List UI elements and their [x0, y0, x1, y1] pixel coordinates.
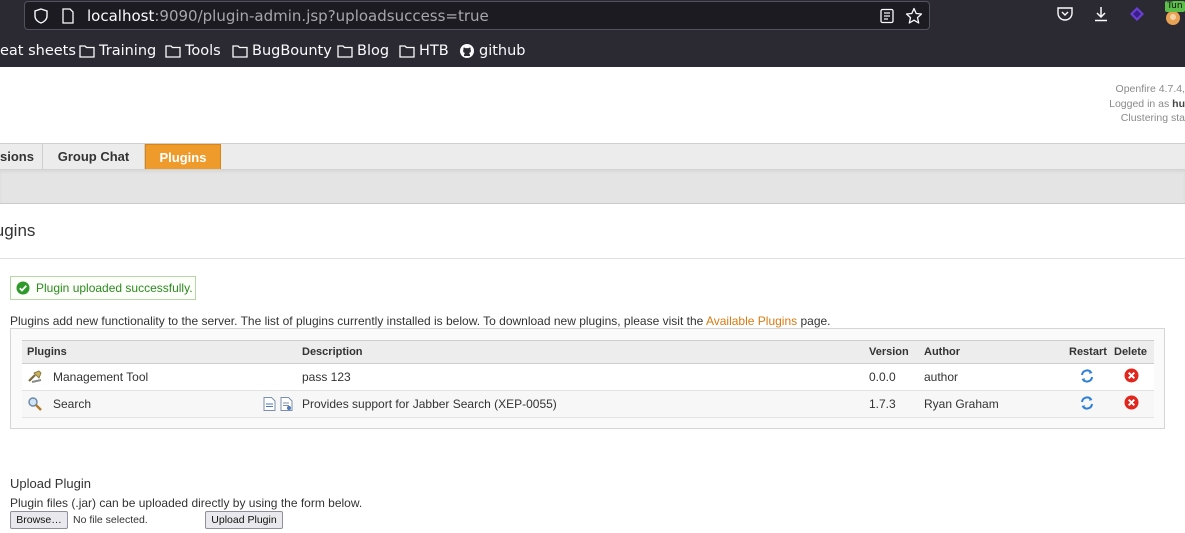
folder-icon — [232, 45, 248, 58]
tools-icon — [28, 370, 42, 383]
bookmark-label: eat sheets — [0, 43, 76, 59]
github-icon — [460, 44, 474, 58]
success-check-icon — [16, 281, 30, 295]
shield-icon[interactable] — [33, 8, 49, 24]
column-header-plugins: Plugins — [22, 340, 297, 364]
restart-icon[interactable] — [1079, 395, 1095, 411]
sub-navigation-bar — [0, 169, 1185, 204]
bookmark-label: Tools — [185, 43, 221, 59]
logged-in-text: Logged in as hu — [1109, 97, 1185, 112]
title-area: lugins — [0, 204, 1185, 259]
folder-icon — [399, 45, 415, 58]
url-text[interactable]: localhost:9090/plugin-admin.jsp?uploadsu… — [87, 7, 489, 25]
plugins-panel: Plugins Description Version Author Resta… — [10, 328, 1165, 429]
tab-label: Group Chat — [57, 149, 130, 164]
main-tabs: sions Group Chat Plugins — [0, 143, 1185, 169]
plugin-doc-icons — [263, 397, 293, 411]
delete-icon[interactable] — [1124, 395, 1139, 410]
extension-layers-icon[interactable] — [1128, 5, 1146, 23]
bookmark-training[interactable]: Training — [79, 41, 156, 61]
upload-plugin-description: Plugin files (.jar) can be uploaded dire… — [10, 496, 363, 510]
column-header-author: Author — [919, 340, 1064, 364]
restart-icon[interactable] — [1079, 368, 1095, 384]
plugin-name-cell: Search — [22, 390, 297, 418]
download-icon[interactable] — [1092, 5, 1110, 23]
intro-body: Plugins add new functionality to the ser… — [10, 314, 704, 328]
plugin-name: Search — [53, 397, 92, 411]
bookmark-star-icon[interactable] — [905, 7, 923, 25]
bookmark-label: Blog — [357, 43, 390, 59]
url-bar[interactable]: localhost:9090/plugin-admin.jsp?uploadsu… — [24, 1, 930, 30]
upload-plugin-button[interactable]: Upload Plugin — [205, 511, 283, 529]
column-header-description: Description — [297, 340, 864, 364]
intro-suffix: page. — [800, 314, 831, 328]
column-header-delete: Delete — [1109, 340, 1154, 364]
tab-plugins[interactable]: Plugins — [145, 144, 221, 169]
table-row: Management Tool pass 123 0.0.0 author — [22, 363, 1154, 391]
bookmark-bugbounty[interactable]: BugBounty — [232, 41, 332, 61]
plugins-table: Plugins Description Version Author Resta… — [22, 340, 1154, 418]
tab-label: Plugins — [159, 149, 207, 165]
readme-icon[interactable] — [263, 397, 276, 411]
url-path: :9090/plugin-admin.jsp?uploadsuccess=tru… — [154, 7, 489, 25]
file-status-text: No file selected. — [73, 514, 148, 526]
bookmark-label: BugBounty — [252, 43, 332, 59]
server-info: Openfire 4.7.4, Logged in as hu Clusteri… — [1109, 82, 1185, 126]
reader-view-icon[interactable] — [879, 8, 895, 24]
available-plugins-link[interactable]: Available Plugins — [706, 314, 797, 328]
logged-in-user: hu — [1172, 97, 1185, 110]
plugin-description: Provides support for Jabber Search (XEP-… — [297, 390, 864, 418]
plugin-author: Ryan Graham — [919, 390, 1064, 418]
folder-icon — [79, 45, 95, 58]
tab-group-chat[interactable]: Group Chat — [43, 144, 145, 169]
page-title: lugins — [0, 221, 36, 240]
logged-in-prefix: Logged in as — [1109, 97, 1170, 110]
folder-icon — [337, 45, 353, 58]
column-header-restart: Restart — [1064, 340, 1109, 364]
browse-button[interactable]: Browse… — [10, 511, 68, 529]
page-header: Openfire 4.7.4, Logged in as hu Clusteri… — [0, 67, 1185, 143]
tab-sessions[interactable]: sions — [0, 144, 43, 169]
plugin-description: pass 123 — [297, 363, 864, 391]
upload-plugin-title: Upload Plugin — [10, 476, 91, 491]
pocket-icon[interactable] — [1056, 5, 1074, 23]
tab-label: sions — [0, 149, 34, 164]
success-text: Plugin uploaded successfully. — [36, 281, 193, 295]
success-message: Plugin uploaded successfully. — [10, 276, 196, 300]
intro-text: Plugins add new functionality to the ser… — [10, 314, 831, 328]
bookmark-blog[interactable]: Blog — [337, 41, 389, 61]
bookmark-tools[interactable]: Tools — [165, 41, 221, 61]
search-icon — [28, 397, 42, 411]
plugin-author: author — [919, 363, 1064, 391]
bookmark-htb[interactable]: HTB — [399, 41, 449, 61]
delete-cell — [1109, 363, 1154, 391]
page-icon — [62, 8, 74, 24]
changelog-icon[interactable] — [280, 397, 293, 411]
openfire-admin-page: Openfire 4.7.4, Logged in as hu Clusteri… — [0, 67, 1185, 533]
column-header-version: Version — [864, 340, 919, 364]
url-host: localhost — [87, 7, 155, 25]
plugin-name: Management Tool — [53, 370, 149, 384]
delete-cell — [1109, 390, 1154, 418]
browser-chrome: localhost:9090/plugin-admin.jsp?uploadsu… — [0, 0, 1185, 67]
bookmark-label: Training — [99, 43, 157, 59]
clustering-status: Clustering sta — [1120, 112, 1185, 124]
table-header-row: Plugins Description Version Author Resta… — [22, 340, 1154, 364]
folder-icon — [165, 45, 181, 58]
restart-cell — [1064, 363, 1109, 391]
plugin-name-cell: Management Tool — [22, 363, 297, 391]
table-row: Search Provides support for Jabber Searc… — [22, 390, 1154, 418]
bookmark-label: github — [479, 43, 526, 59]
bookmark-label: HTB — [419, 43, 449, 59]
bookmarks-toolbar: eat sheets Training Tools BugBounty Blog… — [0, 38, 1185, 64]
bookmark-github[interactable]: github — [459, 41, 526, 61]
restart-cell — [1064, 390, 1109, 418]
plugin-version: 1.7.3 — [864, 390, 919, 418]
extension-badge: Tun — [1165, 1, 1185, 12]
delete-icon[interactable] — [1124, 368, 1139, 383]
version-text: Openfire 4.7.4, — [1115, 83, 1185, 95]
plugin-version: 0.0.0 — [864, 363, 919, 391]
bookmark-cheat-sheets[interactable]: eat sheets — [0, 41, 76, 61]
